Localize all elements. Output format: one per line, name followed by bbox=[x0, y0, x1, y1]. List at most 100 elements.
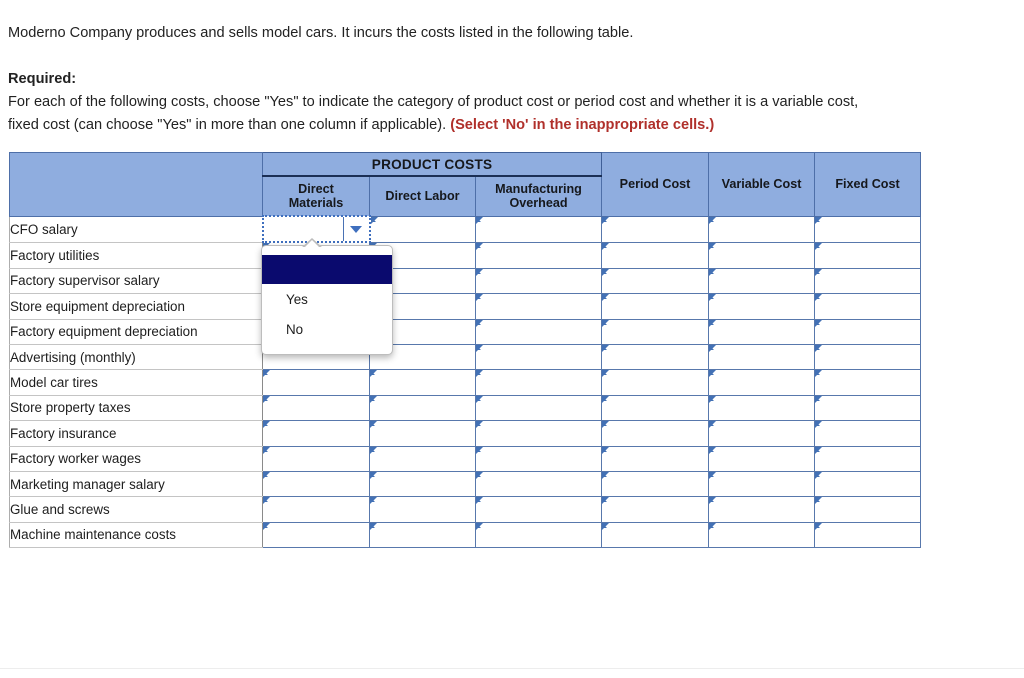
cell-select[interactable] bbox=[708, 215, 816, 243]
cell-corner-marker-icon bbox=[602, 446, 610, 454]
cell-corner-marker-icon bbox=[709, 421, 717, 429]
cell-select[interactable] bbox=[369, 369, 476, 396]
cell-select[interactable] bbox=[708, 293, 816, 320]
cell-corner-marker-icon bbox=[709, 344, 717, 352]
row-label: Store equipment depreciation bbox=[9, 293, 263, 320]
cell-select[interactable] bbox=[814, 445, 922, 472]
cell-select[interactable] bbox=[708, 420, 816, 447]
cell-select[interactable] bbox=[369, 215, 476, 243]
cell-select[interactable] bbox=[369, 420, 476, 447]
cell-select[interactable] bbox=[814, 496, 922, 523]
cell-select[interactable] bbox=[601, 318, 710, 345]
cell-corner-marker-icon bbox=[815, 421, 823, 429]
cell-select[interactable] bbox=[708, 521, 816, 549]
cell-select[interactable] bbox=[814, 394, 922, 422]
cell-corner-marker-icon bbox=[476, 395, 483, 403]
table-row: Glue and screws bbox=[9, 496, 922, 523]
cell-select[interactable] bbox=[474, 394, 603, 422]
cell-select[interactable] bbox=[814, 267, 922, 295]
cell-select[interactable] bbox=[601, 420, 710, 447]
cell-select[interactable] bbox=[474, 343, 603, 371]
cell-select[interactable] bbox=[262, 394, 370, 422]
dropdown-menu[interactable]: Yes No bbox=[261, 238, 393, 355]
cell-select[interactable] bbox=[814, 369, 922, 396]
header-variable-cost: Variable Cost bbox=[708, 152, 816, 217]
cell-select[interactable] bbox=[369, 496, 476, 523]
cell-corner-marker-icon bbox=[709, 497, 717, 505]
header-fixed-cost: Fixed Cost bbox=[814, 152, 922, 217]
header-direct-materials-line2: Materials bbox=[288, 196, 344, 210]
cell-select[interactable] bbox=[474, 215, 603, 243]
cell-select[interactable] bbox=[262, 521, 370, 549]
cell-select[interactable] bbox=[708, 445, 816, 472]
dropdown-option-blank[interactable] bbox=[262, 255, 392, 284]
cell-select[interactable] bbox=[814, 241, 922, 269]
cell-select[interactable] bbox=[601, 521, 710, 549]
cell-select[interactable] bbox=[369, 521, 476, 549]
cell-select[interactable] bbox=[262, 496, 370, 523]
cell-select[interactable] bbox=[814, 318, 922, 345]
cell-select[interactable] bbox=[814, 420, 922, 447]
row-label: Factory utilities bbox=[9, 241, 263, 269]
cell-select[interactable] bbox=[474, 420, 603, 447]
cell-select[interactable] bbox=[601, 215, 710, 243]
cell-select[interactable] bbox=[474, 521, 603, 549]
cell-select[interactable] bbox=[601, 470, 710, 498]
cell-select[interactable] bbox=[369, 445, 476, 472]
row-label: Machine maintenance costs bbox=[9, 521, 263, 549]
cell-select[interactable] bbox=[708, 241, 816, 269]
cell-select[interactable] bbox=[601, 445, 710, 472]
cell-select[interactable] bbox=[708, 267, 816, 295]
cell-select[interactable] bbox=[474, 241, 603, 269]
cell-select[interactable] bbox=[601, 293, 710, 320]
cell-corner-marker-icon bbox=[476, 268, 483, 276]
row-label: Advertising (monthly) bbox=[9, 343, 263, 371]
cell-select[interactable] bbox=[474, 369, 603, 396]
cell-corner-marker-icon bbox=[370, 471, 377, 479]
header-product-costs-group: PRODUCT COSTS bbox=[261, 152, 603, 177]
row-label: Store property taxes bbox=[9, 394, 263, 422]
chevron-down-icon[interactable] bbox=[349, 225, 362, 233]
cell-corner-marker-icon bbox=[602, 370, 610, 378]
cell-select[interactable] bbox=[601, 369, 710, 396]
row-label: Factory worker wages bbox=[9, 445, 263, 472]
dropdown-option-no[interactable]: No bbox=[262, 314, 392, 344]
cell-select[interactable] bbox=[814, 343, 922, 371]
cell-select[interactable] bbox=[708, 394, 816, 422]
cell-select[interactable] bbox=[814, 215, 922, 243]
cell-select[interactable] bbox=[708, 343, 816, 371]
cell-corner-marker-icon bbox=[709, 268, 717, 276]
cell-select[interactable] bbox=[474, 267, 603, 295]
cell-select[interactable] bbox=[601, 343, 710, 371]
cell-select[interactable] bbox=[474, 445, 603, 472]
row-label: Factory insurance bbox=[9, 420, 263, 447]
cell-select[interactable] bbox=[262, 369, 370, 396]
cell-select[interactable] bbox=[474, 470, 603, 498]
select-no-note: (Select 'No' in the inappropriate cells.… bbox=[450, 117, 715, 133]
cell-select[interactable] bbox=[708, 318, 816, 345]
cell-select[interactable] bbox=[601, 267, 710, 295]
cell-corner-marker-icon bbox=[263, 370, 270, 378]
cell-select[interactable] bbox=[708, 470, 816, 498]
cell-select[interactable] bbox=[708, 496, 816, 523]
cell-select[interactable] bbox=[601, 241, 710, 269]
cell-select[interactable] bbox=[601, 394, 710, 422]
cell-select[interactable] bbox=[369, 394, 476, 422]
page-bottom-divider bbox=[0, 668, 1024, 669]
cell-select[interactable] bbox=[814, 521, 922, 549]
header-direct-labor: Direct Labor bbox=[369, 175, 476, 217]
cell-select[interactable] bbox=[474, 293, 603, 320]
cell-select[interactable] bbox=[814, 293, 922, 320]
cell-select[interactable] bbox=[262, 470, 370, 498]
cell-select[interactable] bbox=[474, 318, 603, 345]
cell-select[interactable] bbox=[814, 470, 922, 498]
table-body: CFO salary Factory utilities Factory super… bbox=[9, 214, 922, 549]
cell-select[interactable] bbox=[369, 470, 476, 498]
cell-select[interactable] bbox=[474, 496, 603, 523]
dropdown-option-yes[interactable]: Yes bbox=[262, 284, 392, 314]
cell-select[interactable] bbox=[708, 369, 816, 396]
cell-select[interactable] bbox=[262, 445, 370, 472]
cell-corner-marker-icon bbox=[815, 370, 823, 378]
cell-select[interactable] bbox=[262, 420, 370, 447]
cell-select[interactable] bbox=[601, 496, 710, 523]
